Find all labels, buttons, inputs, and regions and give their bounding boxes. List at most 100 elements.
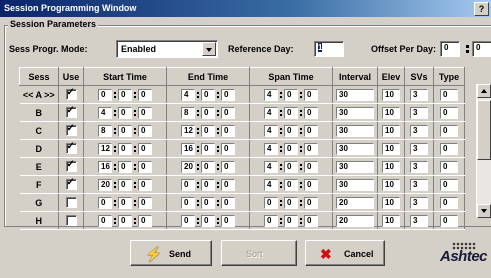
type-field[interactable]: 0	[440, 160, 458, 173]
use-checkbox[interactable]	[65, 87, 77, 101]
span-time-field[interactable]: 4	[264, 160, 278, 173]
start-time-field[interactable]: 12	[98, 142, 112, 155]
span-time-field[interactable]: 0	[304, 142, 318, 155]
elev-field[interactable]: 10	[382, 106, 400, 119]
span-time-field[interactable]: 0	[284, 142, 298, 155]
span-time-field[interactable]: 0	[304, 160, 318, 173]
vertical-scrollbar[interactable]	[476, 84, 491, 218]
elev-field[interactable]: 10	[382, 214, 400, 227]
end-time-field[interactable]: 0	[201, 142, 215, 155]
elev-field[interactable]: 10	[382, 88, 400, 101]
start-time-field[interactable]: 0	[98, 196, 112, 209]
span-time-field[interactable]: 4	[264, 106, 278, 119]
use-checkbox[interactable]	[65, 123, 77, 137]
use-checkbox[interactable]	[65, 177, 77, 191]
span-time-field[interactable]: 0	[284, 106, 298, 119]
session-label[interactable]: B	[19, 103, 59, 122]
start-time-field[interactable]: 0	[98, 214, 112, 227]
interval-field[interactable]: 30	[336, 106, 374, 119]
span-time-field[interactable]: 4	[264, 178, 278, 191]
offset-sec-input[interactable]: 0	[472, 41, 491, 57]
span-time-field[interactable]: 0	[304, 214, 318, 227]
end-time-field[interactable]: 0	[201, 160, 215, 173]
session-label[interactable]: E	[19, 157, 59, 176]
span-time-field[interactable]: 0	[284, 196, 298, 209]
start-time-field[interactable]: 20	[98, 178, 112, 191]
start-time-field[interactable]: 0	[118, 178, 132, 191]
start-time-field[interactable]: 0	[138, 178, 152, 191]
type-field[interactable]: 0	[440, 142, 458, 155]
span-time-field[interactable]: 0	[304, 106, 318, 119]
span-time-field[interactable]: 0	[304, 196, 318, 209]
interval-field[interactable]: 30	[336, 178, 374, 191]
interval-field[interactable]: 30	[336, 160, 374, 173]
start-time-field[interactable]: 0	[118, 214, 132, 227]
session-label[interactable]: << A >>	[19, 85, 59, 104]
use-checkbox[interactable]	[65, 141, 77, 155]
start-time-field[interactable]: 0	[118, 124, 132, 137]
span-time-field[interactable]: 0	[284, 160, 298, 173]
end-time-field[interactable]: 0	[221, 214, 235, 227]
start-time-field[interactable]: 0	[138, 160, 152, 173]
span-time-field[interactable]: 0	[304, 124, 318, 137]
start-time-field[interactable]: 0	[138, 142, 152, 155]
start-time-field[interactable]: 0	[118, 160, 132, 173]
elev-field[interactable]: 10	[382, 178, 400, 191]
end-time-field[interactable]: 0	[181, 178, 195, 191]
session-label[interactable]: D	[19, 139, 59, 158]
end-time-field[interactable]: 0	[201, 196, 215, 209]
start-time-field[interactable]: 0	[138, 106, 152, 119]
span-time-field[interactable]: 4	[264, 142, 278, 155]
help-button[interactable]: ?	[474, 2, 489, 16]
mode-select[interactable]: Enabled	[116, 40, 218, 58]
elev-field[interactable]: 10	[382, 196, 400, 209]
span-time-field[interactable]: 4	[264, 88, 278, 101]
start-time-field[interactable]: 16	[98, 160, 112, 173]
svs-field[interactable]: 3	[410, 160, 428, 173]
use-checkbox[interactable]	[65, 105, 77, 119]
start-time-field[interactable]: 0	[138, 124, 152, 137]
send-button[interactable]: ⚡ Send	[130, 240, 212, 266]
end-time-field[interactable]: 0	[201, 214, 215, 227]
use-checkbox[interactable]	[65, 197, 77, 209]
end-time-field[interactable]: 0	[221, 124, 235, 137]
chevron-down-icon[interactable]	[202, 42, 216, 56]
end-time-field[interactable]: 20	[181, 160, 195, 173]
end-time-field[interactable]: 16	[181, 142, 195, 155]
start-time-field[interactable]: 0	[138, 88, 152, 101]
start-time-field[interactable]: 0	[138, 196, 152, 209]
span-time-field[interactable]: 4	[264, 124, 278, 137]
start-time-field[interactable]: 4	[98, 106, 112, 119]
end-time-field[interactable]: 0	[201, 88, 215, 101]
span-time-field[interactable]: 0	[304, 88, 318, 101]
session-label[interactable]: H	[19, 211, 59, 230]
interval-field[interactable]: 30	[336, 88, 374, 101]
cancel-button[interactable]: ✖ Cancel	[305, 240, 385, 266]
end-time-field[interactable]: 0	[181, 196, 195, 209]
ref-day-input[interactable]: 1	[314, 41, 344, 57]
svs-field[interactable]: 3	[410, 178, 428, 191]
start-time-field[interactable]: 0	[98, 88, 112, 101]
start-time-field[interactable]: 0	[118, 142, 132, 155]
end-time-field[interactable]: 0	[221, 196, 235, 209]
end-time-field[interactable]: 0	[221, 178, 235, 191]
session-label[interactable]: F	[19, 175, 59, 194]
start-time-field[interactable]: 0	[118, 106, 132, 119]
elev-field[interactable]: 10	[382, 124, 400, 137]
sort-button[interactable]: Sort	[221, 240, 297, 266]
offset-min-input[interactable]: 0	[440, 41, 460, 57]
interval-field[interactable]: 30	[336, 142, 374, 155]
elev-field[interactable]: 10	[382, 160, 400, 173]
type-field[interactable]: 0	[440, 124, 458, 137]
session-label[interactable]: C	[19, 121, 59, 140]
interval-field[interactable]: 20	[336, 214, 374, 227]
start-time-field[interactable]: 0	[138, 214, 152, 227]
svs-field[interactable]: 3	[410, 106, 428, 119]
elev-field[interactable]: 10	[382, 142, 400, 155]
svs-field[interactable]: 3	[410, 124, 428, 137]
end-time-field[interactable]: 4	[181, 88, 195, 101]
span-time-field[interactable]: 0	[284, 88, 298, 101]
type-field[interactable]: 0	[440, 88, 458, 101]
end-time-field[interactable]: 0	[201, 178, 215, 191]
end-time-field[interactable]: 12	[181, 124, 195, 137]
